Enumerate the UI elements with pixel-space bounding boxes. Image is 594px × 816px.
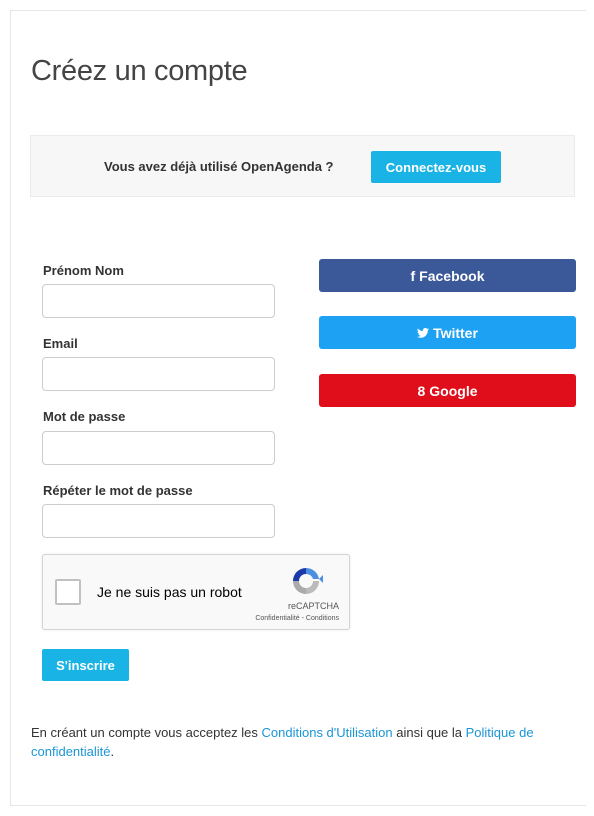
terms-notice: En créant un compte vous acceptez les Co…	[31, 723, 576, 761]
recaptcha-label: Je ne suis pas un robot	[97, 584, 242, 600]
signup-page: Créez un compte Vous avez déjà utilisé O…	[10, 10, 586, 806]
google-label: Google	[429, 382, 478, 399]
facebook-button[interactable]: f Facebook	[319, 259, 576, 292]
password-repeat-label: Répéter le mot de passe	[43, 483, 193, 498]
name-input[interactable]	[42, 284, 275, 318]
signup-button[interactable]: S'inscrire	[42, 649, 129, 681]
terms-of-use-link[interactable]: Conditions d'Utilisation	[262, 725, 393, 740]
password-label: Mot de passe	[43, 409, 126, 424]
facebook-icon: f	[410, 267, 416, 284]
recaptcha-widget: Je ne suis pas un robot reCAPTCHA Confid…	[42, 554, 350, 630]
terms-middle: ainsi que la	[392, 725, 466, 740]
name-label: Prénom Nom	[43, 263, 124, 278]
recaptcha-brand: reCAPTCHA	[287, 601, 339, 611]
terms-suffix: .	[110, 744, 115, 759]
recaptcha-checkbox[interactable]	[55, 579, 81, 605]
email-input[interactable]	[42, 357, 275, 391]
twitter-label: Twitter	[433, 324, 478, 341]
page-title: Créez un compte	[31, 55, 248, 87]
password-input[interactable]	[42, 431, 275, 465]
login-button[interactable]: Connectez-vous	[371, 151, 501, 183]
twitter-button[interactable]: Twitter	[319, 316, 576, 349]
terms-prefix: En créant un compte vous acceptez les	[31, 725, 262, 740]
twitter-icon	[417, 327, 430, 338]
email-label: Email	[43, 336, 78, 351]
login-bar: Vous avez déjà utilisé OpenAgenda ? Conn…	[30, 135, 575, 197]
password-repeat-input[interactable]	[42, 504, 275, 538]
google-button[interactable]: 8 Google	[319, 374, 576, 407]
google-icon: 8	[417, 382, 426, 399]
recaptcha-terms[interactable]: Confidentialité - Conditions	[255, 615, 339, 622]
facebook-label: Facebook	[419, 267, 485, 284]
recaptcha-icon	[293, 567, 323, 594]
login-prompt: Vous avez déjà utilisé OpenAgenda ?	[104, 159, 334, 174]
